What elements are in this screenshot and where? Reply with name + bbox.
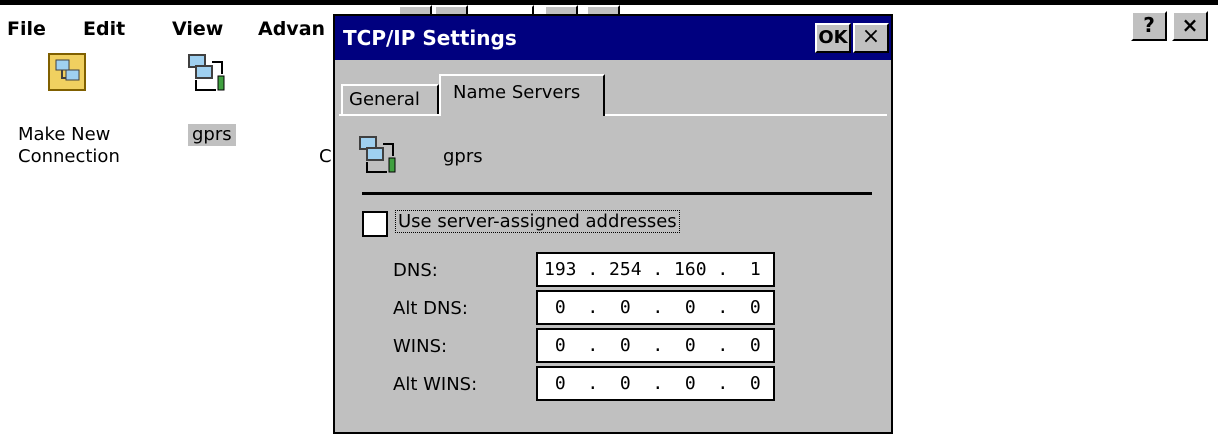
- use-server-assigned-checkbox[interactable]: [362, 211, 388, 237]
- make-new-connection-icon[interactable]: [47, 52, 87, 96]
- close-button[interactable]: ×: [1172, 11, 1208, 41]
- gprs-label[interactable]: gprs: [188, 124, 236, 146]
- menu-advanced[interactable]: Advan: [258, 18, 325, 40]
- dns-input[interactable]: 193 . 254 . 160 . 1: [536, 252, 775, 287]
- dialog-titlebar: TCP/IP Settings OK ×: [335, 16, 891, 60]
- tab-general[interactable]: General: [341, 84, 439, 114]
- help-button[interactable]: ?: [1131, 11, 1167, 41]
- use-server-assigned-label[interactable]: Use server-assigned addresses: [395, 210, 680, 233]
- network-connection-icon: [357, 134, 403, 184]
- tab-panel-border: [339, 114, 887, 116]
- ok-button[interactable]: OK: [815, 23, 851, 53]
- tcpip-settings-dialog: TCP/IP Settings OK × General Name Server…: [333, 14, 893, 434]
- menu-file[interactable]: File: [7, 18, 46, 40]
- alt-dns-input[interactable]: 0 . 0 . 0 . 0: [536, 290, 775, 325]
- alt-wins-input[interactable]: 0 . 0 . 0 . 0: [536, 366, 775, 401]
- connection-name: gprs: [443, 146, 483, 167]
- dialog-title: TCP/IP Settings: [343, 26, 517, 50]
- alt-dns-label: Alt DNS:: [393, 298, 468, 319]
- dns-label: DNS:: [393, 260, 438, 281]
- tab-name-servers[interactable]: Name Servers: [439, 74, 605, 116]
- menu-view[interactable]: View: [172, 18, 223, 40]
- wins-input[interactable]: 0 . 0 . 0 . 0: [536, 328, 775, 363]
- partial-label: C: [319, 146, 332, 167]
- make-new-connection-label[interactable]: Make New Connection: [18, 124, 138, 168]
- wins-label: WINS:: [393, 336, 448, 357]
- network-connection-icon[interactable]: [186, 52, 232, 102]
- dialog-close-button[interactable]: ×: [853, 23, 889, 53]
- menu-edit[interactable]: Edit: [83, 18, 125, 40]
- alt-wins-label: Alt WINS:: [393, 374, 478, 395]
- separator: [362, 192, 872, 195]
